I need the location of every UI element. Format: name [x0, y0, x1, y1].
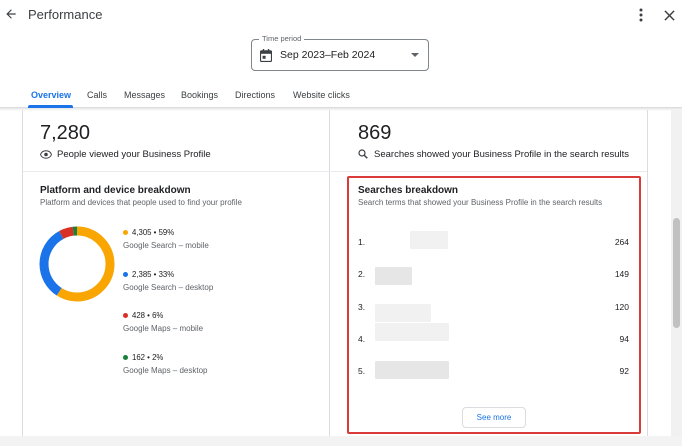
legend-value-maps-mobile: 428 • 6% — [132, 311, 164, 320]
legend-dot-search-desktop — [123, 272, 128, 277]
page-title: Performance — [28, 7, 103, 22]
eye-icon — [40, 150, 52, 159]
time-period-value: Sep 2023–Feb 2024 — [280, 49, 376, 61]
legend-name-maps-desktop: Google Maps – desktop — [123, 366, 208, 375]
tab-calls[interactable]: Calls — [87, 90, 107, 100]
search-rank-1: 1. — [358, 237, 366, 247]
search-term-4-redacted — [375, 323, 449, 341]
more-vert-icon — [639, 8, 643, 22]
search-icon — [358, 149, 368, 159]
legend-name-search-mobile: Google Search – mobile — [123, 241, 209, 250]
searches-label: Searches showed your Business Profile in… — [374, 149, 630, 160]
search-term-1-redacted — [410, 231, 448, 249]
tab-messages[interactable]: Messages — [124, 90, 165, 100]
legend-name-maps-mobile: Google Maps – mobile — [123, 324, 204, 333]
close-button[interactable] — [661, 6, 677, 24]
search-count-4: 94 — [619, 334, 629, 344]
search-count-3: 120 — [614, 302, 629, 312]
search-count-2: 149 — [614, 269, 629, 279]
header-bar: Performance — [0, 0, 682, 30]
right-divider — [331, 171, 647, 172]
left-divider — [23, 171, 329, 172]
legend-value-search-desktop: 2,385 • 33% — [132, 270, 175, 279]
legend-dot-search-mobile — [123, 230, 128, 235]
legend-value-maps-desktop: 162 • 2% — [132, 353, 164, 362]
profile-views-label: People viewed your Business Profile — [57, 149, 211, 160]
search-term-5-redacted — [375, 361, 449, 379]
search-count-5: 92 — [619, 366, 629, 376]
close-icon — [663, 9, 675, 21]
platform-subtitle: Platform and devices that people used to… — [40, 198, 242, 207]
search-count-1: 264 — [614, 237, 629, 247]
more-options-button[interactable] — [633, 6, 649, 24]
bottom-bar — [0, 436, 682, 446]
searches-breakdown-subtitle: Search terms that showed your Business P… — [358, 198, 603, 207]
time-period-select[interactable]: Time period Sep 2023–Feb 2024 — [251, 34, 429, 71]
profile-views-count: 7,280 — [40, 122, 91, 144]
search-term-3-redacted — [375, 304, 431, 322]
tab-overview[interactable]: Overview — [31, 90, 71, 100]
time-period-label: Time period — [259, 34, 305, 44]
search-term-2-redacted — [375, 267, 412, 285]
platform-title: Platform and device breakdown — [40, 185, 191, 196]
legend-dot-maps-desktop — [123, 355, 128, 360]
see-more-button[interactable]: See more — [462, 407, 526, 428]
scrollbar-thumb[interactable] — [673, 218, 680, 328]
dropdown-arrow-icon — [411, 53, 419, 57]
search-rank-2: 2. — [358, 269, 366, 279]
tab-bar: Overview Calls Messages Bookings Directi… — [0, 84, 682, 108]
tab-bookings[interactable]: Bookings — [181, 90, 218, 100]
back-button[interactable] — [2, 5, 20, 23]
search-rank-3: 3. — [358, 302, 366, 312]
legend-name-search-desktop: Google Search – desktop — [123, 283, 214, 292]
legend-value-search-mobile: 4,305 • 59% — [132, 228, 175, 237]
tab-directions[interactable]: Directions — [235, 90, 275, 100]
arrow-back-icon — [6, 9, 16, 19]
search-rank-5: 5. — [358, 366, 366, 376]
searches-count: 869 — [358, 122, 392, 144]
tab-website-clicks[interactable]: Website clicks — [293, 90, 350, 100]
calendar-icon — [260, 49, 272, 62]
platform-donut-chart — [39, 226, 115, 302]
legend-dot-maps-mobile — [123, 313, 128, 318]
searches-breakdown-title: Searches breakdown — [358, 185, 459, 196]
search-rank-4: 4. — [358, 334, 366, 344]
